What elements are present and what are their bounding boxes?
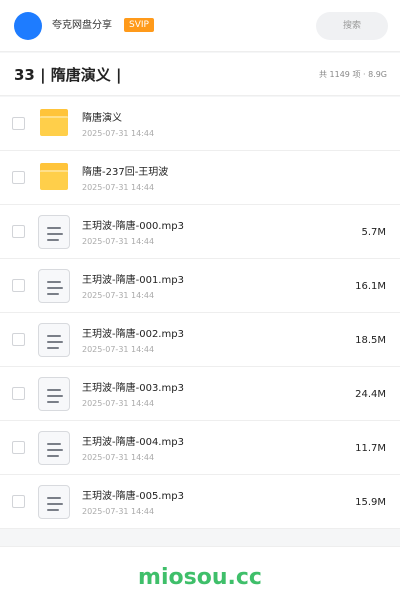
list-item[interactable]: 隋唐-237回-王玥波 2025-07-31 14:44 [0,151,400,205]
list-item[interactable]: 王玥波-隋唐-002.mp3 2025-07-31 14:44 18.5M [0,313,400,367]
file-icon [38,323,70,357]
file-name[interactable]: 王玥波-隋唐-004.mp3 [82,436,184,449]
row-checkbox[interactable] [12,225,25,238]
list-item[interactable]: 隋唐演义 2025-07-31 14:44 [0,97,400,151]
row-checkbox[interactable] [12,333,25,346]
file-date: 2025-07-31 14:44 [82,399,155,408]
file-size: 5.7M [361,227,386,238]
list-item[interactable]: 王玥波-隋唐-003.mp3 2025-07-31 14:44 24.4M [0,367,400,421]
file-size: 16.1M [355,281,386,292]
row-checkbox[interactable] [12,441,25,454]
folder-icon [38,162,70,194]
folder-title-bar: 33 | 隋唐演义 | 共 1149 项 · 8.9G [0,53,400,96]
row-checkbox[interactable] [12,171,25,184]
file-icon [38,215,70,249]
file-date: 2025-07-31 14:44 [82,183,155,192]
item-count-summary: 共 1149 项 · 8.9G [319,70,387,79]
page-title: 33 | 隋唐演义 | [14,66,122,84]
list-item[interactable]: 王玥波-隋唐-005.mp3 2025-07-31 14:44 15.9M [0,475,400,529]
app-name: 夸克网盘分享 [52,20,112,31]
top-bar: 夸克网盘分享 SVIP [0,0,400,52]
file-list: 隋唐演义 2025-07-31 14:44 隋唐-237回-王玥波 2025-07-3… [0,97,400,529]
file-size: 11.7M [355,443,386,454]
file-name[interactable]: 王玥波-隋唐-005.mp3 [82,490,184,503]
file-name[interactable]: 王玥波-隋唐-002.mp3 [82,328,184,341]
file-name[interactable]: 王玥波-隋唐-003.mp3 [82,382,184,395]
file-icon [38,431,70,465]
search-input[interactable] [316,12,388,40]
file-icon [38,269,70,303]
row-checkbox[interactable] [12,495,25,508]
list-item[interactable]: 王玥波-隋唐-001.mp3 2025-07-31 14:44 16.1M [0,259,400,313]
file-size: 18.5M [355,335,386,346]
file-icon [38,377,70,411]
row-checkbox[interactable] [12,387,25,400]
row-checkbox[interactable] [12,117,25,130]
file-date: 2025-07-31 14:44 [82,129,155,138]
watermark-text: miosou.cc [138,565,262,590]
file-date: 2025-07-31 14:44 [82,507,155,516]
file-date: 2025-07-31 14:44 [82,345,155,354]
avatar[interactable] [14,12,42,40]
row-checkbox[interactable] [12,279,25,292]
list-item[interactable]: 王玥波-隋唐-004.mp3 2025-07-31 14:44 11.7M [0,421,400,475]
file-name[interactable]: 王玥波-隋唐-001.mp3 [82,274,184,287]
file-icon [38,485,70,519]
file-name[interactable]: 王玥波-隋唐-000.mp3 [82,220,184,233]
file-size: 24.4M [355,389,386,400]
svip-badge[interactable]: SVIP [124,18,154,32]
file-date: 2025-07-31 14:44 [82,291,155,300]
file-date: 2025-07-31 14:44 [82,453,155,462]
file-size: 15.9M [355,497,386,508]
file-date: 2025-07-31 14:44 [82,237,155,246]
list-item[interactable]: 王玥波-隋唐-000.mp3 2025-07-31 14:44 5.7M [0,205,400,259]
footer: miosou.cc [0,546,400,600]
folder-icon [38,108,70,140]
file-name[interactable]: 隋唐演义 [82,112,122,125]
file-name[interactable]: 隋唐-237回-王玥波 [82,166,168,179]
